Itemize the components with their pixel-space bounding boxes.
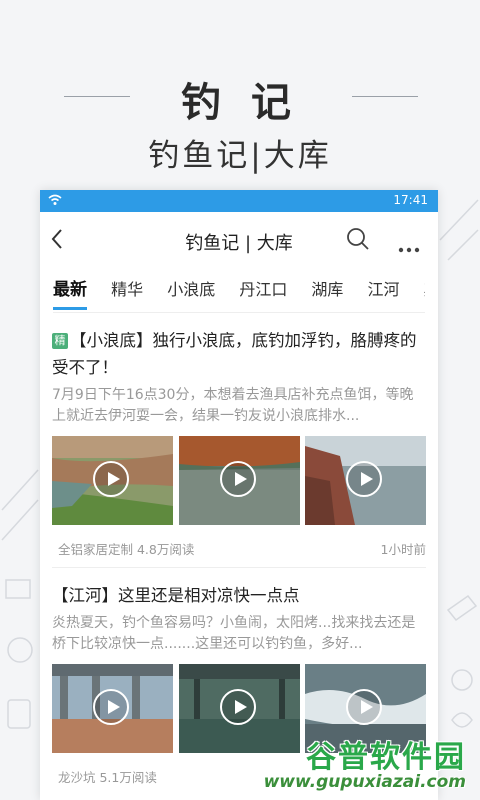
watermark-logo: 谷普软件园 (306, 740, 466, 775)
play-icon[interactable] (346, 461, 382, 497)
tab-rivers[interactable]: 江河 (368, 268, 400, 312)
featured-badge: 精 (52, 333, 68, 349)
phone-screen: 17:41 钓鱼记 | 大库 最新 精华 小浪底 丹江口 湖库 江河 其 精【小… (40, 190, 438, 800)
author-reads: 龙沙坑 5.1万阅读 (58, 770, 157, 785)
article-feed: 精【小浪底】独行小浪底，底钓加浮钓，胳膊疼的受不了！ 7月9日下午16点30分，… (40, 313, 438, 785)
article-excerpt: 炎热夏天，钓个鱼容易吗？小鱼闹，太阳烤...找来找去还是桥下比较凉快一点....… (52, 615, 416, 652)
watermark-url: www.gupuxiazai.com (263, 772, 466, 792)
article-card[interactable]: 精【小浪底】独行小浪底，底钓加浮钓，胳膊疼的受不了！ 7月9日下午16点30分，… (40, 313, 438, 568)
author-reads: 全铝家居定制 4.8万阅读 (58, 542, 195, 557)
tab-other[interactable]: 其 (424, 268, 425, 312)
status-bar: 17:41 (40, 190, 438, 212)
play-icon[interactable] (93, 461, 129, 497)
article-excerpt: 7月9日下午16点30分，本想着去渔具店补充点鱼饵，等晚上就近去伊河耍一会，结果… (52, 387, 414, 424)
video-thumbnail[interactable] (305, 436, 426, 525)
play-icon[interactable] (219, 461, 256, 497)
tab-xiaolangdi[interactable]: 小浪底 (167, 268, 215, 312)
more-icon[interactable] (398, 238, 420, 257)
tab-latest[interactable]: 最新 (53, 268, 87, 312)
tab-featured[interactable]: 精华 (111, 268, 143, 312)
play-icon[interactable] (93, 689, 129, 725)
nav-bar: 钓鱼记 | 大库 (40, 212, 438, 268)
article-headline[interactable]: 【江河】这里还是相对凉快一点点 (52, 582, 426, 609)
play-icon[interactable] (346, 689, 382, 725)
video-thumbnail[interactable] (52, 436, 173, 525)
search-icon[interactable] (346, 227, 370, 255)
article-meta: 全铝家居定制 4.8万阅读 1小时前 (52, 539, 426, 557)
article-headline-text: 【小浪底】独行小浪底，底钓加浮钓，胳膊疼的受不了！ (52, 331, 417, 377)
article-headline[interactable]: 精【小浪底】独行小浪底，底钓加浮钓，胳膊疼的受不了！ (52, 327, 426, 381)
tab-lakes[interactable]: 湖库 (311, 268, 343, 312)
video-thumbnail[interactable] (178, 664, 300, 753)
tab-danjiangkou[interactable]: 丹江口 (239, 268, 287, 312)
video-thumbnail[interactable] (178, 436, 300, 525)
promo-title: 钓 记 (181, 80, 299, 126)
play-icon[interactable] (219, 689, 256, 725)
video-thumbnail[interactable] (52, 664, 173, 753)
post-time: 1小时前 (380, 542, 426, 557)
category-tabs: 最新 精华 小浪底 丹江口 湖库 江河 其 (53, 268, 425, 313)
page-title: 钓鱼记 | 大库 (185, 233, 293, 254)
promo-subtitle: 钓鱼记|大库 (148, 138, 332, 174)
title-divider-right (352, 96, 418, 97)
wifi-icon (48, 194, 62, 209)
status-time: 17:41 (393, 193, 428, 207)
video-thumbnails (52, 436, 426, 525)
